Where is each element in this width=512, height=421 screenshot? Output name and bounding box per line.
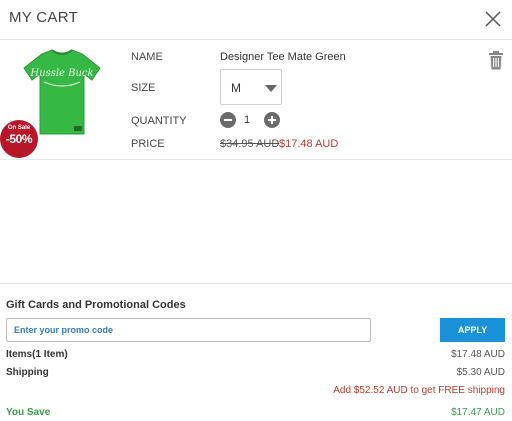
minus-icon bbox=[224, 119, 232, 121]
size-select[interactable]: M bbox=[220, 69, 282, 105]
name-label: NAME bbox=[131, 51, 163, 63]
size-label: SIZE bbox=[131, 82, 156, 94]
free-shipping-note: Add $52.52 AUD to get FREE shipping bbox=[333, 385, 505, 396]
cart-summary: Gift Cards and Promotional Codes APPLY I… bbox=[0, 283, 512, 421]
sale-price: $17.48 AUD bbox=[279, 138, 339, 150]
close-icon[interactable] bbox=[484, 10, 502, 28]
sale-badge: On Sale -50% bbox=[0, 120, 38, 158]
cart-title: MY CART bbox=[9, 9, 79, 26]
quantity-increase-button[interactable] bbox=[264, 112, 280, 128]
product-name[interactable]: Designer Tee Mate Green bbox=[220, 51, 346, 63]
shipping-label: Shipping bbox=[6, 367, 49, 378]
quantity-decrease-button[interactable] bbox=[220, 112, 236, 128]
original-price: $34.95 AUD bbox=[220, 138, 280, 150]
shirt-print-text: Hussle Buck bbox=[29, 68, 93, 79]
price-label: PRICE bbox=[131, 138, 165, 150]
size-value: M bbox=[231, 81, 241, 95]
you-save-value: $17.47 AUD bbox=[451, 407, 505, 418]
quantity-value: 1 bbox=[244, 114, 251, 126]
cart-item: Hussle Buck On Sale -50% NAME Designer T… bbox=[0, 40, 512, 160]
trash-icon[interactable] bbox=[488, 51, 504, 70]
apply-button[interactable]: APPLY bbox=[440, 318, 505, 342]
sale-badge-label: On Sale bbox=[7, 125, 31, 131]
items-label: Items(1 Item) bbox=[6, 349, 68, 360]
promo-code-input[interactable] bbox=[6, 318, 371, 342]
quantity-label: QUANTITY bbox=[131, 115, 187, 127]
shipping-value: $5.30 AUD bbox=[456, 367, 505, 378]
items-value: $17.48 AUD bbox=[451, 349, 505, 360]
chevron-down-icon bbox=[265, 85, 277, 92]
sale-badge-percent: -50% bbox=[5, 132, 33, 146]
cart-header: MY CART bbox=[0, 0, 512, 40]
promo-section-title: Gift Cards and Promotional Codes bbox=[6, 299, 186, 311]
you-save-label: You Save bbox=[6, 407, 51, 418]
